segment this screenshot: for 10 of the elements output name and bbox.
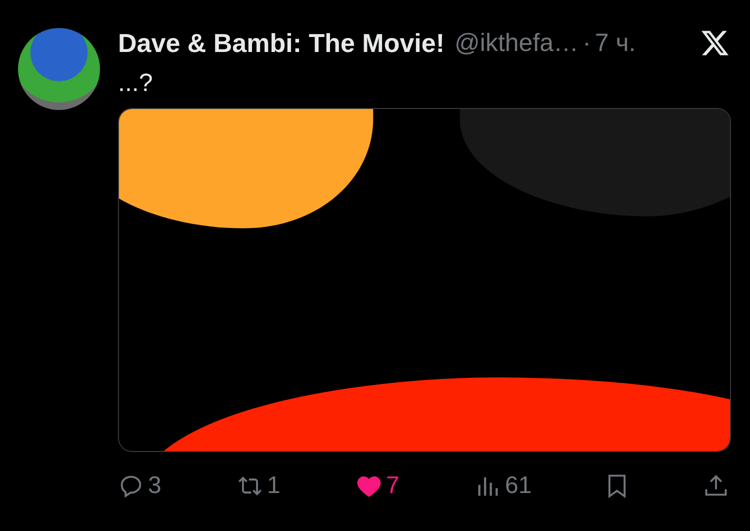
views-button[interactable]: 61 bbox=[475, 472, 531, 500]
repost-button[interactable]: 1 bbox=[237, 472, 283, 500]
reply-button[interactable]: 3 bbox=[118, 472, 164, 500]
speech-bubble-icon bbox=[118, 473, 144, 499]
author-name[interactable]: Dave & Bambi: The Movie! bbox=[118, 28, 445, 58]
separator-dot: · bbox=[582, 28, 591, 58]
like-button[interactable]: 7 bbox=[356, 472, 402, 500]
author-handle[interactable]: @ikthefa… bbox=[454, 28, 579, 58]
post-time[interactable]: 7 ч. bbox=[594, 28, 636, 58]
post-text: ...? bbox=[118, 68, 154, 98]
